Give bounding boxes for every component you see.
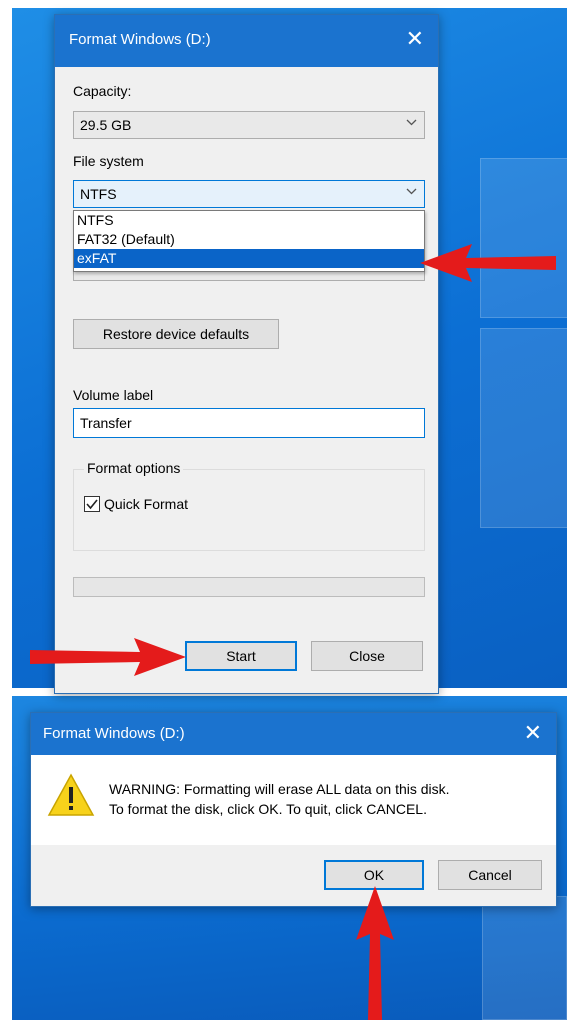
capacity-value: 29.5 GB xyxy=(80,117,132,133)
red-arrow-icon xyxy=(30,638,186,676)
dropdown-option-fat32[interactable]: FAT32 (Default) xyxy=(74,230,424,249)
warning-dialog-title: Format Windows (D:) xyxy=(43,725,185,742)
volume-label-label: Volume label xyxy=(73,387,154,403)
close-icon[interactable]: ✕ xyxy=(406,26,424,52)
format-progress-bar xyxy=(73,577,425,597)
file-system-dropdown-list: NTFS FAT32 (Default) exFAT xyxy=(73,210,425,272)
warning-message-line1: WARNING: Formatting will erase ALL data … xyxy=(109,781,450,797)
dropdown-option-exfat[interactable]: exFAT xyxy=(74,249,424,268)
format-dialog-title: Format Windows (D:) xyxy=(69,31,211,48)
warning-dialog-titlebar[interactable]: Format Windows (D:) ✕ xyxy=(31,713,556,755)
windows-logo-pane xyxy=(482,896,567,1020)
warning-message: WARNING: Formatting will erase ALL data … xyxy=(109,779,450,819)
format-dialog-titlebar[interactable]: Format Windows (D:) ✕ xyxy=(55,15,438,67)
file-system-value: NTFS xyxy=(80,186,117,202)
chevron-down-icon xyxy=(406,115,417,132)
cancel-button[interactable]: Cancel xyxy=(438,860,542,890)
close-icon[interactable]: ✕ xyxy=(524,720,542,746)
format-dialog: Format Windows (D:) ✕ Capacity: 29.5 GB … xyxy=(54,14,439,694)
capacity-select[interactable]: 29.5 GB xyxy=(73,111,425,139)
format-options-group: Format options Quick Format xyxy=(73,460,425,551)
windows-logo-pane xyxy=(480,158,567,318)
warning-message-line2: To format the disk, click OK. To quit, c… xyxy=(109,801,427,817)
warning-message-area: WARNING: Formatting will erase ALL data … xyxy=(31,755,556,845)
volume-label-input[interactable]: Transfer xyxy=(73,408,425,438)
file-system-select[interactable]: NTFS xyxy=(73,180,425,208)
warning-triangle-icon xyxy=(47,773,95,816)
red-arrow-icon xyxy=(356,886,394,1020)
start-button[interactable]: Start xyxy=(185,641,297,671)
red-arrow-icon xyxy=(420,244,556,282)
file-system-label: File system xyxy=(73,153,144,169)
warning-dialog: Format Windows (D:) ✕ WARNING: Formattin… xyxy=(30,712,557,907)
quick-format-checkbox[interactable] xyxy=(84,496,100,512)
chevron-down-icon xyxy=(406,184,417,201)
restore-defaults-button[interactable]: Restore device defaults xyxy=(73,319,279,349)
format-options-legend: Format options xyxy=(84,460,184,476)
dropdown-option-ntfs[interactable]: NTFS xyxy=(74,211,424,230)
capacity-label: Capacity: xyxy=(73,83,132,99)
quick-format-label[interactable]: Quick Format xyxy=(104,496,188,512)
close-button[interactable]: Close xyxy=(311,641,423,671)
windows-logo-pane xyxy=(480,328,567,528)
